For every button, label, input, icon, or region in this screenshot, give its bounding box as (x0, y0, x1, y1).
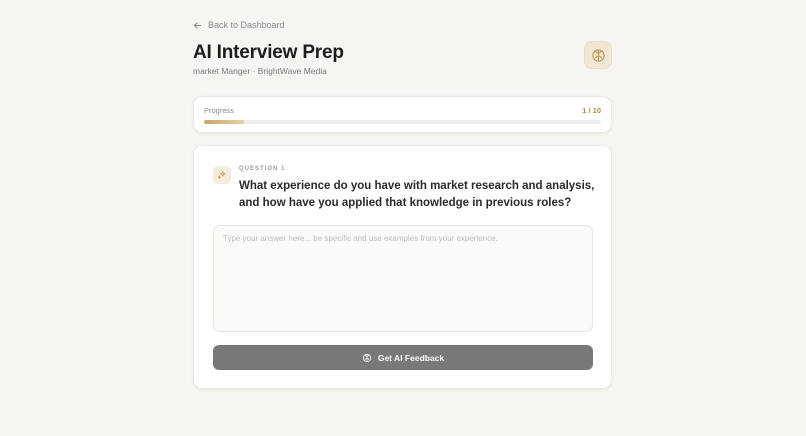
brain-icon (591, 48, 605, 62)
question-icon-badge (213, 166, 231, 184)
arrow-left-icon (193, 21, 202, 29)
feedback-button-label: Get AI Feedback (377, 352, 445, 363)
back-link-label: Back to Dashboard (208, 20, 285, 30)
get-ai-feedback-button[interactable]: Get AI Feedback (213, 345, 593, 370)
brain-button[interactable] (584, 41, 612, 69)
sparkles-icon (217, 170, 226, 179)
progress-count: 1 / 10 (582, 106, 601, 115)
progress-fill (204, 120, 244, 124)
question-card: QUESTION 1 What experience do you have w… (193, 145, 612, 389)
brain-icon (362, 353, 371, 362)
progress-card: Progress 1 / 10 (193, 96, 612, 133)
page-subtitle: market Manger · BrightWave Media (193, 66, 327, 76)
question-text: What experience do you have with market … (239, 180, 595, 209)
answer-input[interactable] (213, 225, 593, 332)
progress-label: Progress (204, 106, 235, 115)
progress-track (204, 120, 601, 124)
back-to-dashboard-link[interactable]: Back to Dashboard (193, 18, 285, 32)
question-number: QUESTION 1 (239, 166, 286, 172)
page-title: AI Interview Prep (193, 42, 344, 63)
